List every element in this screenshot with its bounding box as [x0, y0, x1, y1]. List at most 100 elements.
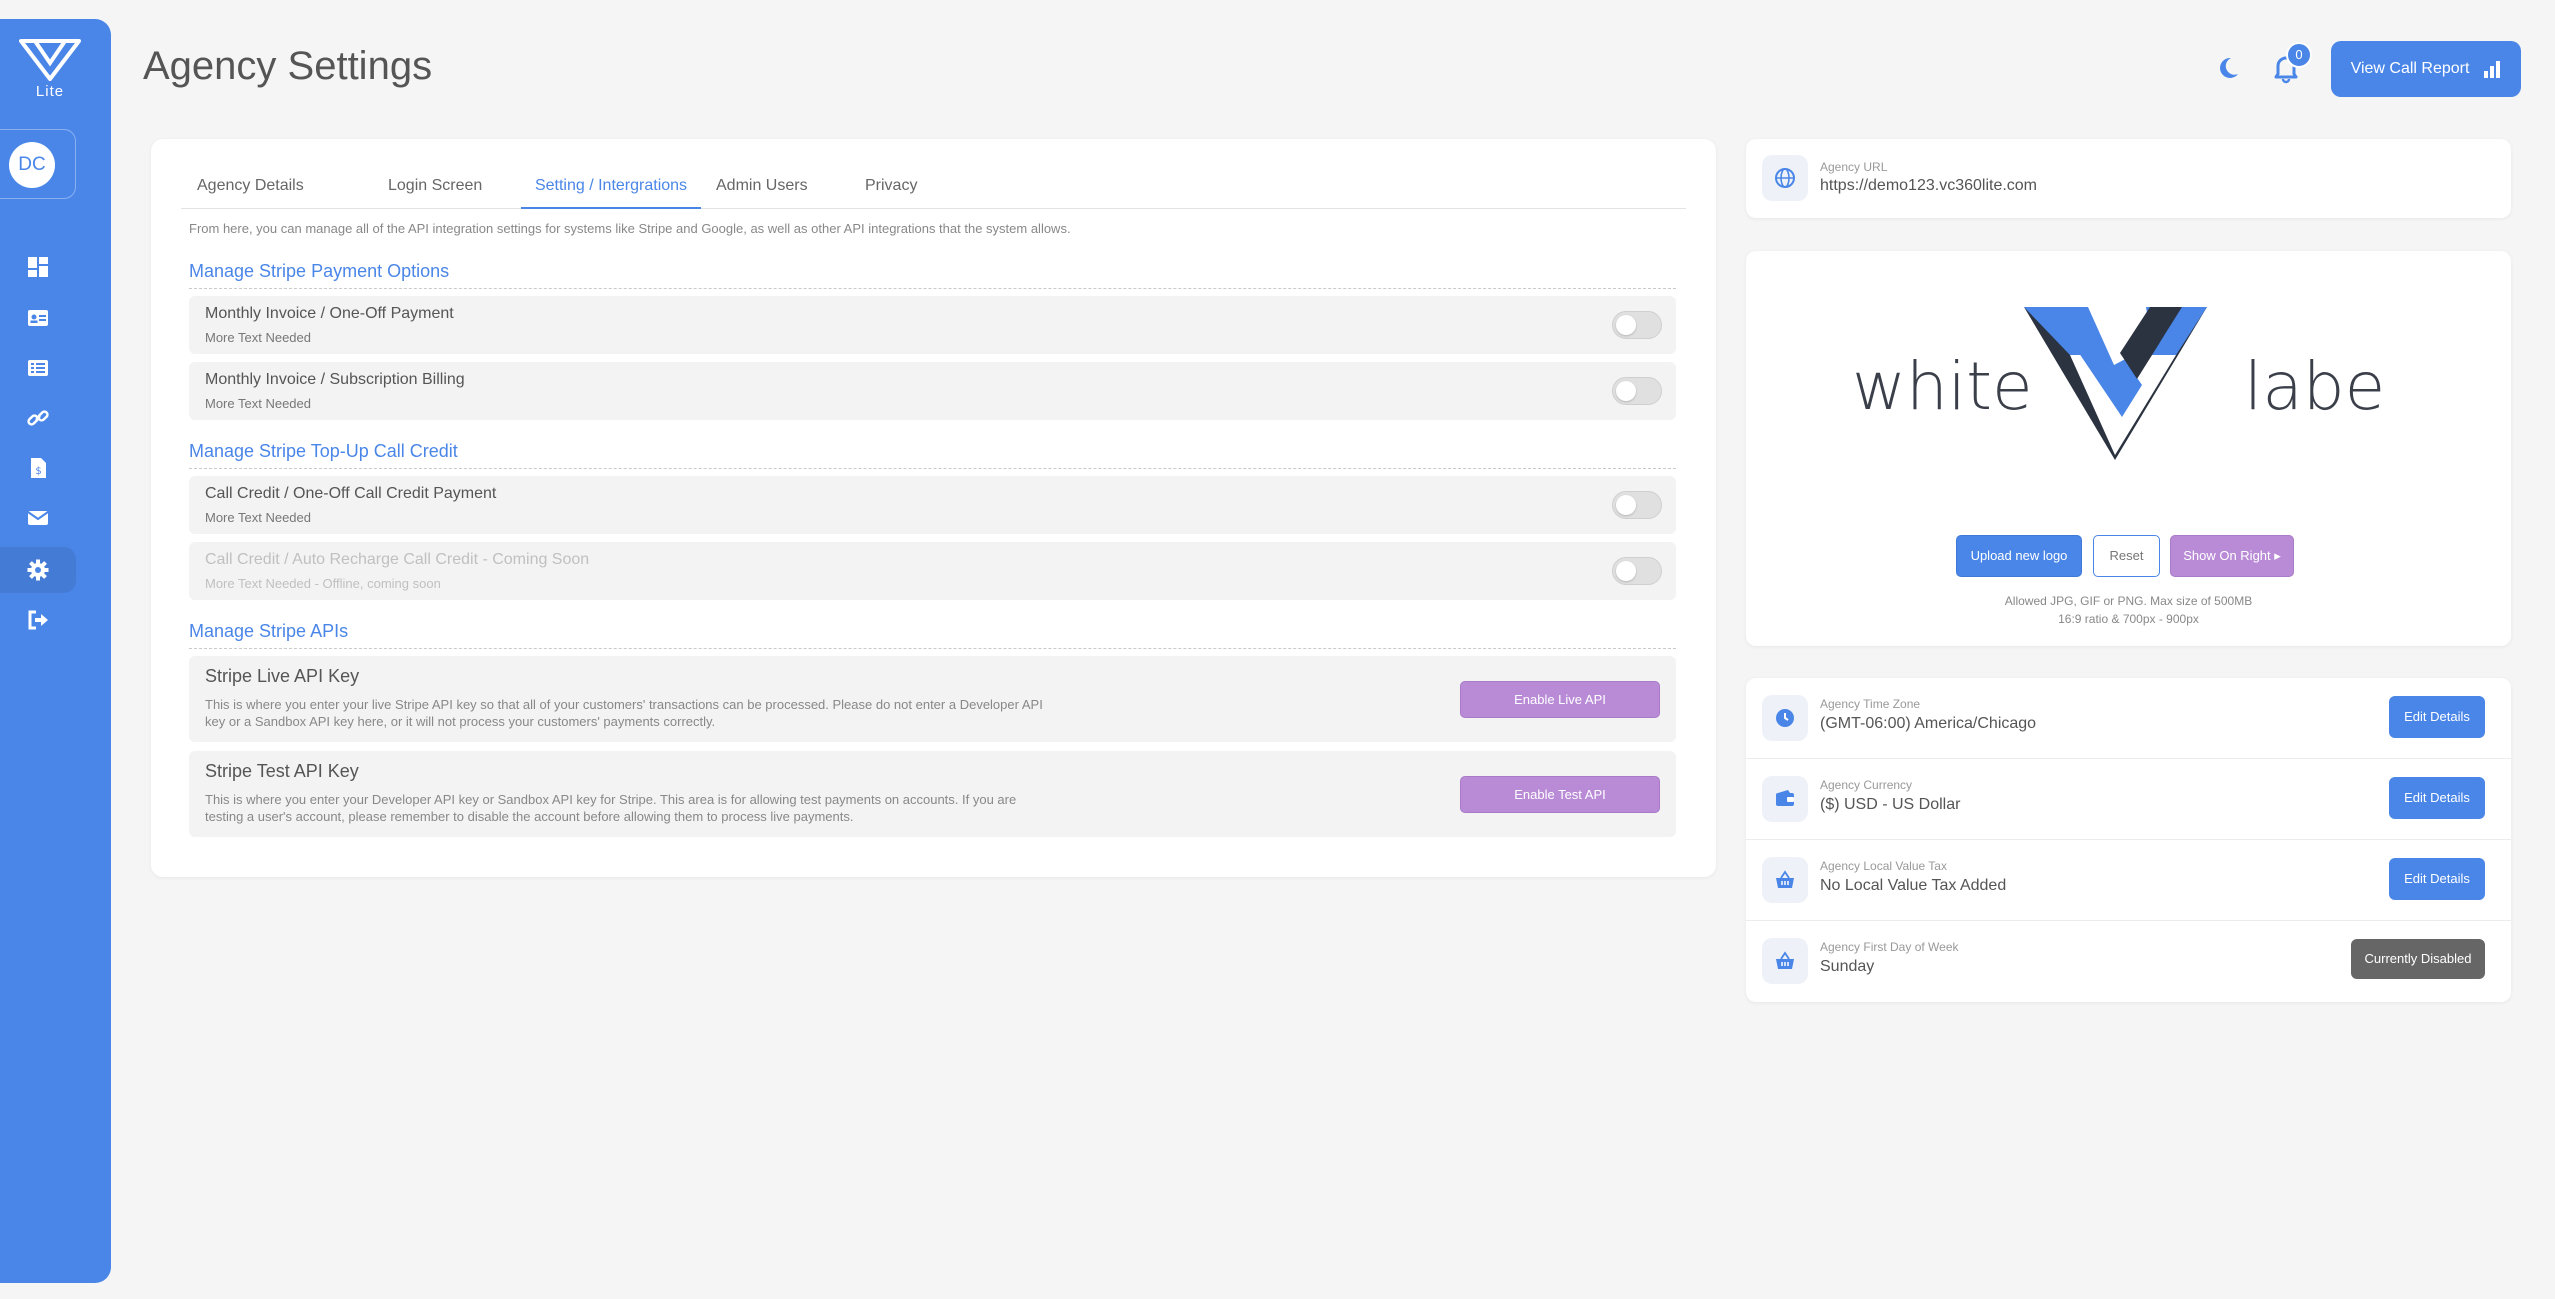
api-description: This is where you enter your live Stripe… [205, 697, 1043, 729]
api-description: This is where you enter your Developer A… [205, 792, 1017, 824]
avatar[interactable]: DC [9, 142, 55, 188]
setting-row-tax: Agency Local Value Tax No Local Value Ta… [1746, 840, 2511, 921]
tab-setting-integrations[interactable]: Setting / Intergrations [521, 177, 701, 209]
nav-list[interactable] [0, 345, 76, 391]
tab-login-screen[interactable]: Login Screen [388, 177, 482, 209]
nav-links[interactable] [0, 395, 76, 441]
view-call-report-button[interactable]: View Call Report [2331, 41, 2521, 97]
reset-logo-button[interactable]: Reset [2093, 535, 2160, 577]
tab-privacy[interactable]: Privacy [865, 177, 917, 209]
option-toggle[interactable] [1612, 377, 1662, 405]
logo-mark-icon [19, 39, 81, 81]
option-row: Monthly Invoice / One-Off Payment More T… [189, 296, 1676, 354]
option-row: Monthly Invoice / Subscription Billing M… [189, 362, 1676, 420]
logo-word-white: white [1852, 348, 2033, 425]
option-toggle[interactable] [1612, 557, 1662, 585]
show-on-right-label: Show On Right [2183, 548, 2271, 563]
option-row: Call Credit / Auto Recharge Call Credit … [189, 542, 1676, 600]
list-icon [28, 360, 48, 376]
user-box: DC [0, 129, 76, 199]
gear-icon [27, 559, 49, 581]
logo-card: white label Upload new logo Reset Show O… [1746, 251, 2511, 646]
link-icon [27, 410, 49, 426]
wallet-icon [1776, 790, 1794, 806]
option-title: Call Credit / Auto Recharge Call Credit … [205, 551, 590, 568]
bar-chart-icon [2484, 61, 2501, 78]
enable-test-api-button[interactable]: Enable Test API [1460, 776, 1660, 813]
option-subtitle: More Text Needed [205, 396, 311, 411]
option-subtitle: More Text Needed - Offline, coming soon [205, 576, 441, 591]
integration-settings-card: Agency Details Login Screen Setting / In… [151, 139, 1716, 877]
sidebar: Lite DC $ [0, 19, 111, 1283]
show-on-right-button[interactable]: Show On Right ▸ [2170, 535, 2294, 577]
caret-right-icon: ▸ [2274, 548, 2281, 563]
option-subtitle: More Text Needed [205, 330, 311, 345]
option-toggle[interactable] [1612, 491, 1662, 519]
setting-value: No Local Value Tax Added [1820, 877, 2007, 894]
enable-live-api-button[interactable]: Enable Live API [1460, 681, 1660, 718]
setting-value: ($) USD - US Dollar [1820, 796, 1961, 813]
clock-icon-box [1762, 695, 1808, 741]
option-title: Monthly Invoice / Subscription Billing [205, 371, 465, 388]
currently-disabled-button[interactable]: Currently Disabled [2351, 939, 2485, 979]
logo-hint-size: Allowed JPG, GIF or PNG. Max size of 500… [2004, 594, 2253, 608]
option-row: Call Credit / One-Off Call Credit Paymen… [189, 476, 1676, 534]
wallet-icon-box [1762, 776, 1808, 822]
report-button-label: View Call Report [2350, 60, 2470, 77]
tab-agency-details[interactable]: Agency Details [197, 177, 304, 209]
api-title: Stripe Live API Key [205, 666, 360, 686]
setting-row-first-day: Agency First Day of Week Sunday Currentl… [1746, 921, 2511, 1002]
edit-currency-button[interactable]: Edit Details [2389, 777, 2485, 819]
setting-label: Agency Currency [1820, 778, 1913, 792]
page-title: Agency Settings [143, 44, 433, 88]
api-row-live: Stripe Live API Key This is where you en… [189, 656, 1676, 742]
agency-settings-list: Agency Time Zone (GMT-06:00) America/Chi… [1746, 678, 2511, 1002]
edit-tax-button[interactable]: Edit Details [2389, 858, 2485, 900]
nav-dashboard[interactable] [0, 244, 76, 290]
dashboard-icon [28, 257, 48, 277]
logout-icon [28, 610, 48, 630]
option-title: Monthly Invoice / One-Off Payment [205, 305, 454, 322]
upload-logo-button[interactable]: Upload new logo [1956, 535, 2082, 577]
white-label-logo: white label [1852, 307, 2392, 460]
mail-icon [27, 511, 49, 525]
nav-logout[interactable] [0, 597, 76, 643]
section-title-payment: Manage Stripe Payment Options [189, 261, 1676, 289]
option-toggle[interactable] [1612, 311, 1662, 339]
setting-row-currency: Agency Currency ($) USD - US Dollar Edit… [1746, 759, 2511, 840]
contact-card-icon [28, 310, 48, 326]
globe-icon [1775, 168, 1795, 188]
api-title: Stripe Test API Key [205, 761, 359, 781]
setting-label: Agency Local Value Tax [1820, 859, 1947, 873]
setting-row-timezone: Agency Time Zone (GMT-06:00) America/Chi… [1746, 678, 2511, 759]
logo-text: Lite [35, 83, 65, 100]
edit-timezone-button[interactable]: Edit Details [2389, 696, 2485, 738]
section-title-apis: Manage Stripe APIs [189, 621, 1676, 649]
basket-icon-box [1762, 857, 1808, 903]
logo-hint-ratio: 16:9 ratio & 700px - 900px [2058, 612, 2199, 626]
invoice-icon: $ [31, 458, 46, 478]
basket-icon [1776, 951, 1794, 969]
notification-badge: 0 [2286, 42, 2312, 68]
nav-mail[interactable] [0, 495, 76, 541]
agency-url-label: Agency URL [1820, 160, 1888, 174]
logo-word-label: label [2244, 348, 2392, 425]
app-logo[interactable]: Lite [18, 39, 82, 119]
option-title: Call Credit / One-Off Call Credit Paymen… [205, 485, 497, 502]
svg-text:$: $ [35, 466, 41, 477]
moon-icon[interactable] [2214, 54, 2242, 82]
section-title-topup: Manage Stripe Top-Up Call Credit [189, 441, 1676, 469]
globe-icon-box [1762, 155, 1808, 201]
setting-label: Agency Time Zone [1820, 697, 1921, 711]
clock-icon [1776, 709, 1794, 727]
setting-value: Sunday [1820, 958, 1875, 975]
agency-url-card: Agency URL https://demo123.vc360lite.com [1746, 139, 2511, 218]
nav-settings[interactable] [0, 547, 76, 593]
agency-url-value[interactable]: https://demo123.vc360lite.com [1820, 177, 2037, 195]
setting-label: Agency First Day of Week [1820, 940, 1959, 954]
api-row-test: Stripe Test API Key This is where you en… [189, 751, 1676, 837]
nav-invoices[interactable]: $ [0, 445, 76, 491]
tab-admin-users[interactable]: Admin Users [716, 177, 808, 209]
setting-value: (GMT-06:00) America/Chicago [1820, 715, 2037, 732]
nav-contacts[interactable] [0, 295, 76, 341]
